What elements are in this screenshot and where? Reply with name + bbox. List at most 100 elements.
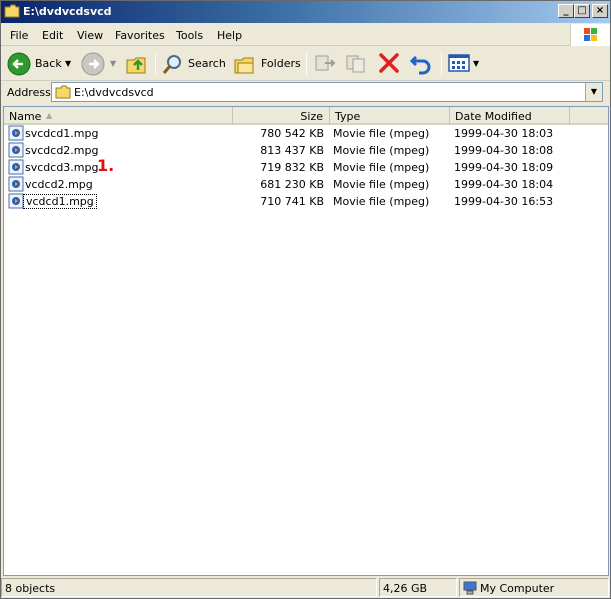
sort-ascending-icon: ▲: [46, 111, 53, 120]
views-button[interactable]: ▼: [447, 51, 481, 77]
maximize-button[interactable]: □: [574, 4, 590, 18]
movie-file-icon: [8, 176, 24, 192]
file-date: 1999-04-30 18:09: [454, 161, 554, 174]
search-icon: [162, 55, 181, 74]
menu-file[interactable]: File: [10, 29, 28, 42]
folder-icon: [55, 85, 71, 99]
address-input[interactable]: E:\dvdvcdsvcd ▼: [51, 82, 603, 102]
file-name: svcdcd2.mpg: [25, 144, 99, 157]
folders-icon: [234, 57, 254, 74]
toolbar-separator: [155, 53, 156, 75]
file-size: 681 230 KB: [260, 178, 324, 191]
undo-icon: [409, 55, 431, 75]
delete-icon: [379, 53, 399, 73]
up-folder-button[interactable]: [125, 51, 151, 77]
my-computer-icon: [463, 581, 477, 595]
movie-file-icon: [8, 125, 24, 141]
status-size: 4,26 GB: [383, 582, 428, 595]
explorer-window: E:\dvdvcdsvcd _ □ × File Edit View Favor…: [0, 0, 611, 599]
table-row[interactable]: vcdcd2.mpg 681 230 KB Movie file (mpeg) …: [4, 176, 608, 193]
folders-button[interactable]: Folders: [233, 51, 301, 77]
table-row[interactable]: svcdcd1.mpg 780 542 KB Movie file (mpeg)…: [4, 125, 608, 142]
forward-button[interactable]: ▼: [81, 51, 121, 77]
file-date: 1999-04-30 18:08: [454, 144, 554, 157]
address-bar: Address E:\dvdvcdsvcd ▼: [1, 82, 610, 104]
status-bar: 8 objects 4,26 GB My Computer: [1, 578, 610, 598]
file-name: svcdcd3.mpg: [25, 161, 99, 174]
folders-label: Folders: [261, 57, 301, 70]
file-type: Movie file (mpeg): [333, 144, 430, 157]
file-name: svcdcd1.mpg: [25, 127, 99, 140]
back-button[interactable]: Back ▼: [7, 51, 75, 77]
window-title: E:\dvdvcdsvcd: [23, 5, 112, 18]
file-size: 710 741 KB: [260, 195, 324, 208]
undo-button[interactable]: [409, 51, 435, 77]
table-row[interactable]: svcdcd3.mpg 719 832 KB Movie file (mpeg)…: [4, 159, 608, 176]
file-size: 813 437 KB: [260, 144, 324, 157]
column-header-filler: [570, 107, 608, 125]
file-date: 1999-04-30 18:04: [454, 178, 554, 191]
menu-view[interactable]: View: [77, 29, 103, 42]
column-header-date[interactable]: Date Modified: [450, 107, 570, 125]
column-type-label: Type: [335, 110, 361, 123]
status-location-pane: My Computer: [459, 578, 609, 597]
movie-file-icon: [8, 159, 24, 175]
menu-favorites[interactable]: Favorites: [115, 29, 165, 42]
address-dropdown-icon[interactable]: ▼: [585, 83, 602, 101]
column-size-label: Size: [300, 110, 323, 123]
back-arrow-icon: [7, 52, 31, 76]
back-label: Back: [35, 57, 62, 70]
column-header-type[interactable]: Type: [330, 107, 450, 125]
menu-bar: File Edit View Favorites Tools Help: [1, 24, 610, 46]
move-to-button[interactable]: [313, 51, 339, 77]
file-date: 1999-04-30 16:53: [454, 195, 554, 208]
file-type: Movie file (mpeg): [333, 161, 430, 174]
forward-arrow-icon: [81, 52, 105, 76]
file-list[interactable]: Name ▲ Size Type Date Modified svcdcd1.m…: [3, 106, 609, 576]
toolbar-separator: [306, 53, 307, 75]
file-name: vcdcd2.mpg: [25, 178, 93, 191]
file-type: Movie file (mpeg): [333, 127, 430, 140]
move-to-icon: [315, 55, 336, 71]
back-dropdown-icon[interactable]: ▼: [65, 59, 71, 68]
forward-dropdown-icon[interactable]: ▼: [110, 59, 116, 68]
file-size: 719 832 KB: [260, 161, 324, 174]
column-name-label: Name: [9, 110, 42, 123]
table-row[interactable]: vcdcd1.mpg 710 741 KB Movie file (mpeg) …: [4, 193, 608, 210]
views-icon: [448, 54, 470, 72]
windows-logo-icon: [570, 24, 610, 46]
title-bar[interactable]: E:\dvdvcdsvcd _ □ ×: [1, 1, 610, 23]
step-annotation: 1.: [97, 156, 115, 175]
standard-toolbar: Back ▼ ▼ Search Folders ▼: [1, 47, 610, 81]
delete-button[interactable]: [377, 51, 403, 77]
copy-to-button[interactable]: [344, 51, 370, 77]
status-objects-pane: 8 objects: [1, 578, 377, 597]
address-value: E:\dvdvcdsvcd: [74, 86, 154, 99]
search-label: Search: [188, 57, 226, 70]
column-header-name[interactable]: Name ▲: [4, 107, 233, 125]
status-size-pane: 4,26 GB: [379, 578, 457, 597]
menu-tools[interactable]: Tools: [176, 29, 203, 42]
file-name: vcdcd1.mpg: [23, 194, 97, 209]
toolbar-separator: [441, 53, 442, 75]
status-location: My Computer: [480, 582, 555, 595]
column-date-label: Date Modified: [455, 110, 532, 123]
file-type: Movie file (mpeg): [333, 195, 430, 208]
status-objects: 8 objects: [5, 582, 56, 595]
minimize-button[interactable]: _: [558, 4, 574, 18]
column-header-size[interactable]: Size: [233, 107, 330, 125]
menu-edit[interactable]: Edit: [42, 29, 63, 42]
folder-icon: [4, 4, 20, 18]
movie-file-icon: [8, 193, 24, 209]
address-label: Address: [7, 86, 51, 99]
menu-help[interactable]: Help: [217, 29, 242, 42]
file-type: Movie file (mpeg): [333, 178, 430, 191]
file-date: 1999-04-30 18:03: [454, 127, 554, 140]
search-button[interactable]: Search: [161, 51, 227, 77]
copy-to-icon: [346, 55, 365, 73]
up-folder-icon: [126, 57, 146, 74]
table-row[interactable]: svcdcd2.mpg 813 437 KB Movie file (mpeg)…: [4, 142, 608, 159]
views-dropdown-icon[interactable]: ▼: [473, 59, 479, 68]
movie-file-icon: [8, 142, 24, 158]
close-button[interactable]: ×: [592, 4, 608, 18]
